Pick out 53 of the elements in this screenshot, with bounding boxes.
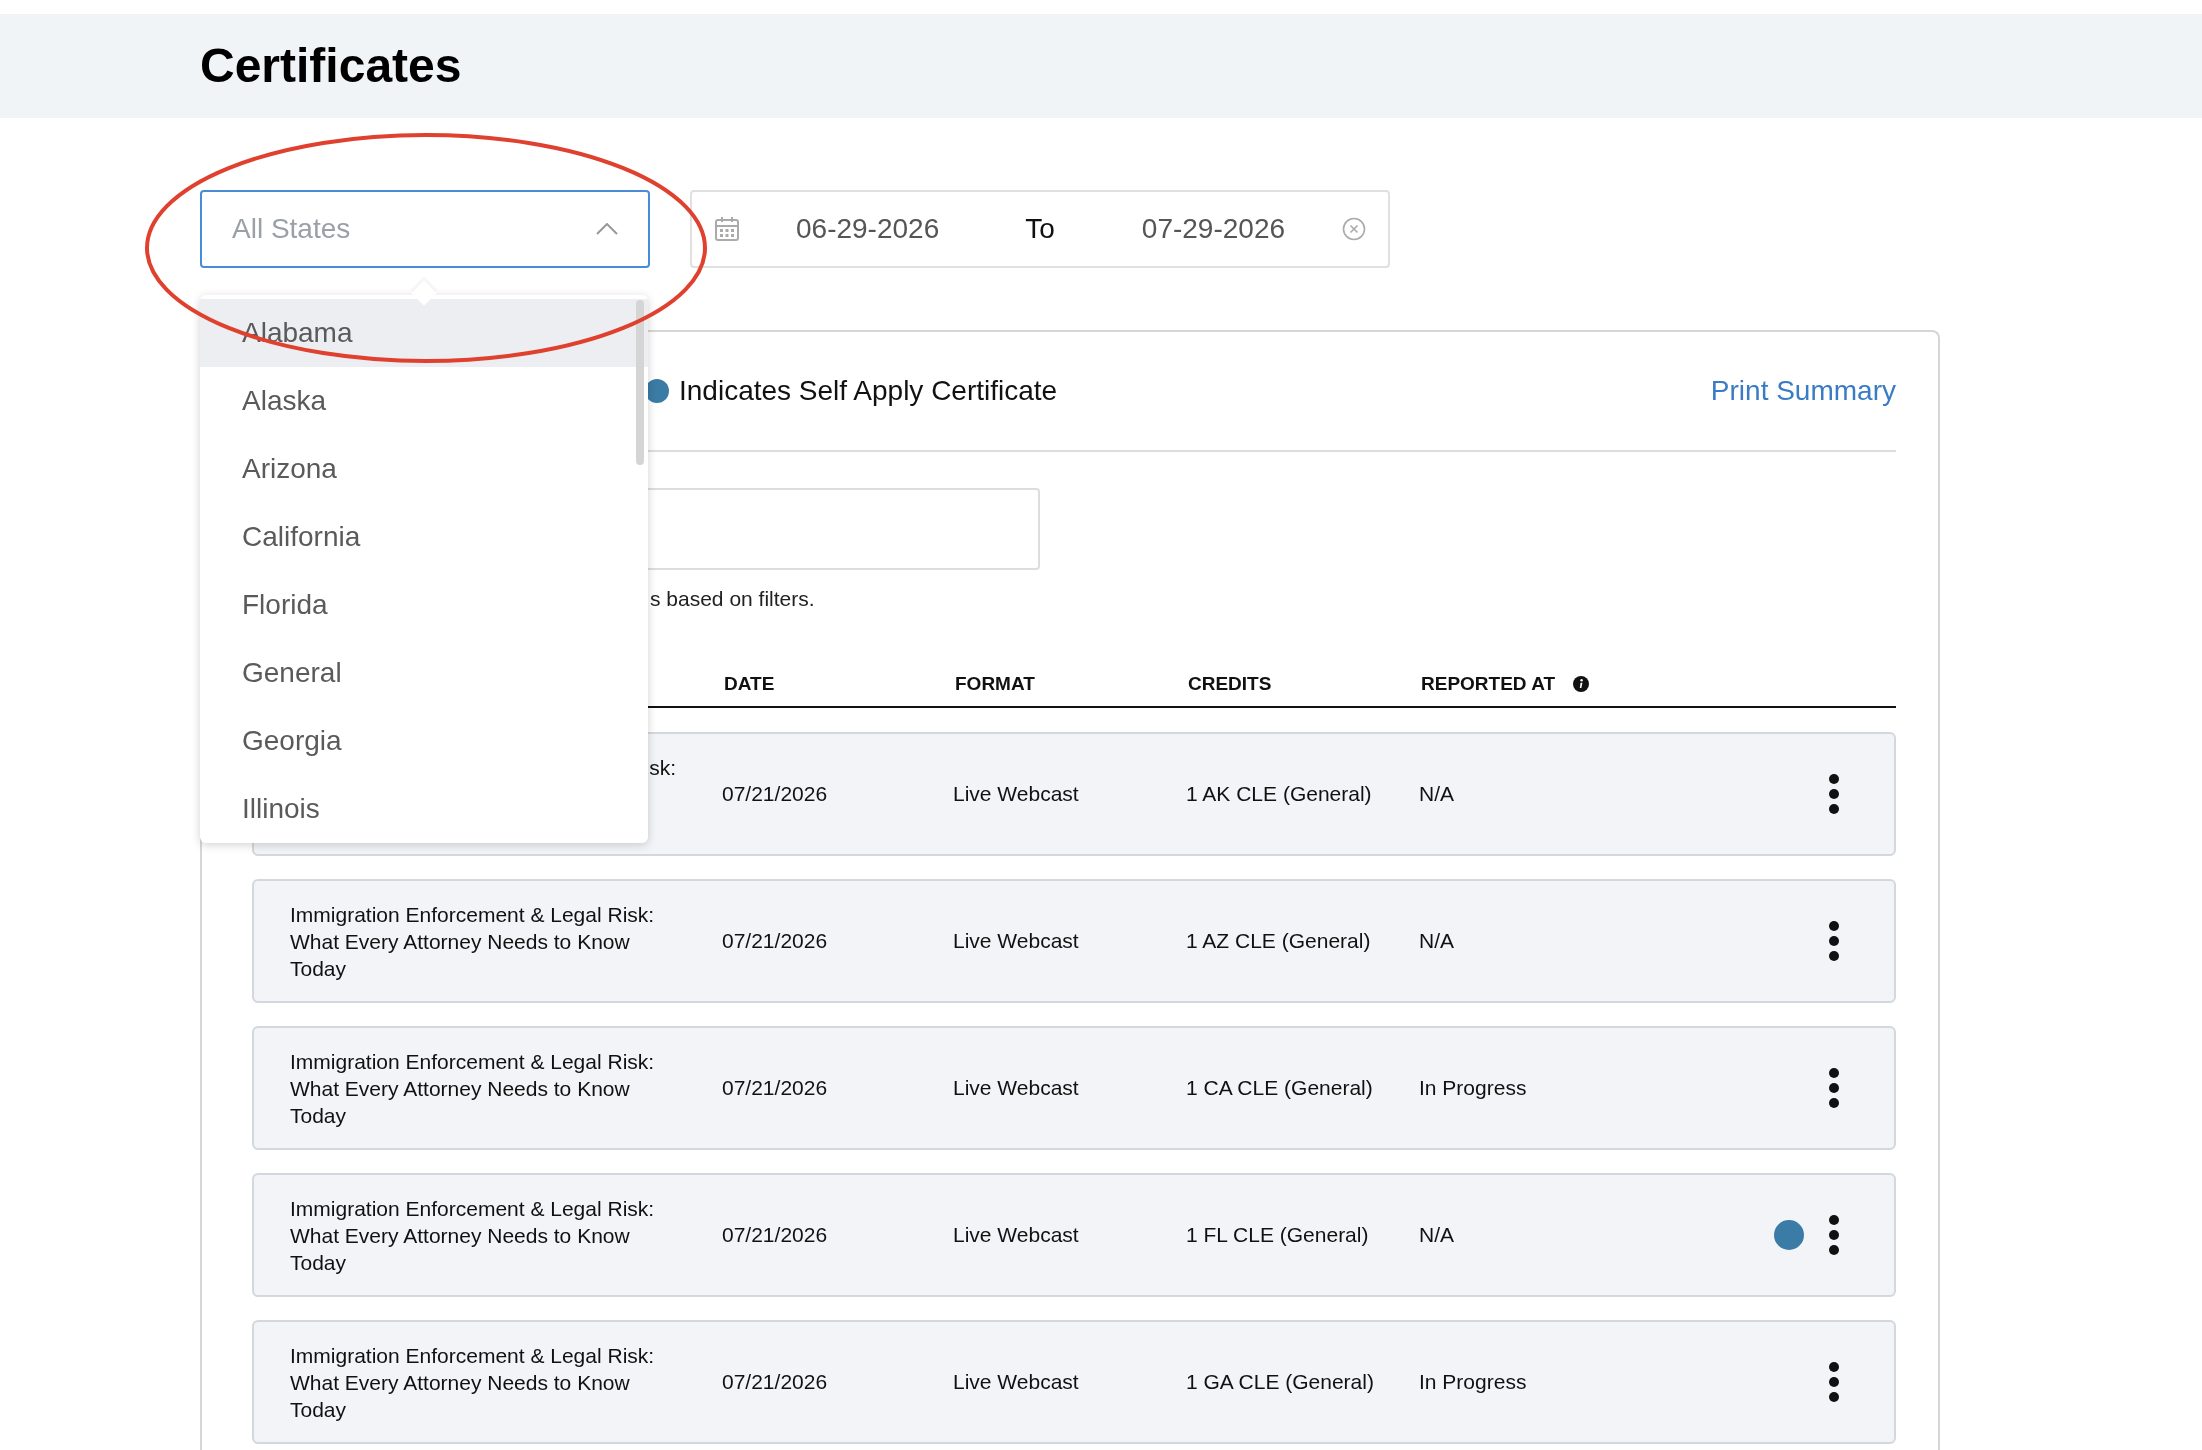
column-header: REPORTED AT <box>1421 671 1556 696</box>
date-range-field[interactable]: 06-29-2026 To 07-29-2026 <box>690 190 1390 268</box>
print-summary-link[interactable]: Print Summary <box>1710 370 1896 412</box>
state-option[interactable]: Georgia <box>200 707 648 775</box>
column-header: FORMAT <box>955 671 1035 696</box>
credits-cell: 1 AZ CLE (General) <box>1186 929 1371 953</box>
reported-at-cell: N/A <box>1419 929 1454 953</box>
start-date: 06-29-2026 <box>796 212 940 246</box>
end-date: 07-29-2026 <box>1141 212 1286 246</box>
format-cell: Live Webcast <box>953 782 1079 806</box>
more-options-icon[interactable] <box>1828 1068 1840 1108</box>
more-options-icon[interactable] <box>1828 1215 1840 1255</box>
state-option[interactable]: Illinois <box>200 775 648 843</box>
state-option[interactable]: Florida <box>200 571 648 639</box>
date-cell: 07/21/2026 <box>722 1370 828 1394</box>
date-cell: 07/21/2026 <box>722 1076 828 1100</box>
date-cell: 07/21/2026 <box>722 782 828 806</box>
course-title: Immigration Enforcement & Legal Risk: What Every Attorney Needs to Know Today <box>290 1195 656 1276</box>
date-cell: 07/21/2026 <box>722 929 828 953</box>
state-option[interactable]: California <box>200 503 648 571</box>
results-note: s based on filters. <box>650 586 815 612</box>
column-header: DATE <box>724 671 775 696</box>
page-title: Certificates <box>200 38 462 95</box>
more-options-icon[interactable] <box>1828 1362 1840 1402</box>
scrollbar[interactable] <box>636 300 644 465</box>
state-option[interactable]: Alaska <box>200 367 648 435</box>
date-cell: 07/21/2026 <box>722 1223 828 1247</box>
credits-cell: 1 FL CLE (General) <box>1186 1223 1369 1247</box>
course-title: sk: <box>648 754 676 781</box>
calendar-icon <box>714 216 740 242</box>
format-cell: Live Webcast <box>953 1223 1079 1247</box>
format-cell: Live Webcast <box>953 929 1079 953</box>
range-separator: To <box>1025 212 1055 246</box>
column-header: CREDITS <box>1188 671 1272 696</box>
info-icon[interactable] <box>1573 676 1590 692</box>
more-options-icon[interactable] <box>1828 774 1840 814</box>
course-title: Immigration Enforcement & Legal Risk: What Every Attorney Needs to Know Today <box>290 901 656 982</box>
state-option[interactable]: Arizona <box>200 435 648 503</box>
credits-cell: 1 GA CLE (General) <box>1186 1370 1374 1394</box>
more-options-icon[interactable] <box>1828 921 1840 961</box>
format-cell: Live Webcast <box>953 1370 1079 1394</box>
course-title: Immigration Enforcement & Legal Risk: What Every Attorney Needs to Know Today <box>290 1342 656 1423</box>
reported-at-cell: In Progress <box>1419 1370 1527 1394</box>
legend-text: Indicates Self Apply Certificate <box>679 374 1058 408</box>
format-cell: Live Webcast <box>953 1076 1079 1100</box>
reported-at-cell: N/A <box>1419 782 1454 806</box>
chevron-icon <box>596 223 618 235</box>
reported-at-cell: In Progress <box>1419 1076 1527 1100</box>
course-title: Immigration Enforcement & Legal Risk: What Every Attorney Needs to Know Today <box>290 1048 656 1129</box>
reported-at-cell: N/A <box>1419 1223 1454 1247</box>
state-option[interactable]: General <box>200 639 648 707</box>
credits-cell: 1 AK CLE (General) <box>1186 782 1372 806</box>
credits-cell: 1 CA CLE (General) <box>1186 1076 1373 1100</box>
